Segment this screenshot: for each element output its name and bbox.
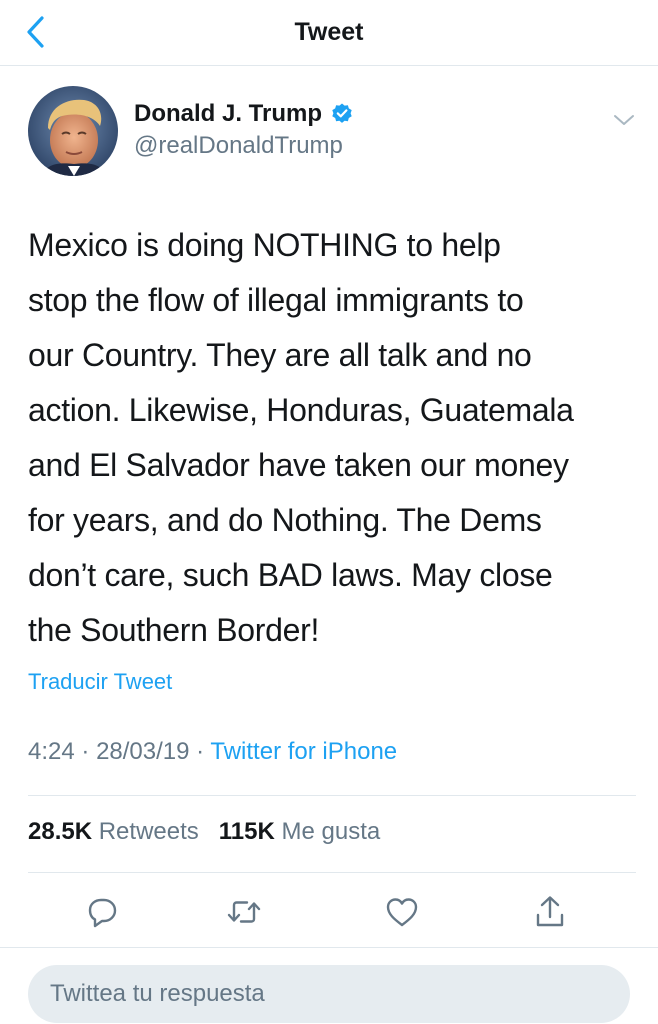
author-name-row: Donald J. Trump xyxy=(134,100,354,128)
divider xyxy=(28,872,636,873)
share-icon xyxy=(536,896,564,927)
likes-count: 115K xyxy=(218,818,275,845)
meta-separator: · xyxy=(81,738,90,765)
tweet-line: Mexico is doing NOTHING to help xyxy=(28,227,501,263)
author-handle[interactable]: @realDonaldTrump xyxy=(134,132,343,160)
retweets-label: Retweets xyxy=(98,818,199,845)
tweet-meta: 4:24 · 28/03/19 · Twitter for iPhone xyxy=(28,738,397,766)
avatar[interactable] xyxy=(28,86,118,176)
back-button[interactable] xyxy=(14,10,58,54)
divider xyxy=(28,795,636,796)
verified-badge-icon xyxy=(332,103,352,123)
tweet-line: don’t care, such BAD laws. May close xyxy=(28,557,553,593)
tweet-actions xyxy=(0,886,658,938)
tweet-time: 4:24 xyxy=(28,738,75,765)
tweet-line: for years, and do Nothing. The Dems xyxy=(28,502,542,538)
chevron-left-icon xyxy=(27,16,44,48)
reply-bar xyxy=(0,947,658,1024)
reply-button[interactable] xyxy=(76,886,128,938)
retweet-button[interactable] xyxy=(218,886,270,938)
tweet-author: Donald J. Trump @realDonaldTrump xyxy=(28,86,638,178)
tweet-text: Mexico is doing NOTHING to help stop the… xyxy=(28,218,638,658)
tweet-line: the Southern Border! xyxy=(28,612,320,648)
retweets-count: 28.5K xyxy=(28,818,93,845)
tweet-line: action. Likewise, Honduras, Guatemala xyxy=(28,392,574,428)
heart-icon xyxy=(386,898,418,927)
tweet-line: our Country. They are all talk and no xyxy=(28,337,532,373)
like-button[interactable] xyxy=(376,886,428,938)
reply-icon xyxy=(88,898,117,928)
tweet-source-link[interactable]: Twitter for iPhone xyxy=(210,738,397,765)
tweet-line: and El Salvador have taken our money xyxy=(28,447,569,483)
chevron-down-icon xyxy=(614,115,634,125)
tweet-stats: 28.5K Retweets 115K Me gusta xyxy=(28,818,380,846)
meta-separator: · xyxy=(196,738,205,765)
tweet-detail-screen: Tweet Donald J. Trump @realDonaldTrump M… xyxy=(0,0,658,1024)
reply-input[interactable] xyxy=(28,965,630,1023)
tweet-date: 28/03/19 xyxy=(96,738,190,765)
author-name[interactable]: Donald J. Trump xyxy=(134,100,322,128)
translate-tweet-link[interactable]: Traducir Tweet xyxy=(28,669,172,695)
top-bar: Tweet xyxy=(0,0,658,66)
retweet-icon xyxy=(227,901,261,923)
avatar-image xyxy=(28,86,118,176)
retweets-stat[interactable]: 28.5K Retweets xyxy=(28,818,205,845)
tweet-menu-button[interactable] xyxy=(610,108,638,132)
page-title: Tweet xyxy=(294,18,364,46)
tweet-line: stop the flow of illegal immigrants to xyxy=(28,282,524,318)
likes-stat[interactable]: 115K Me gusta xyxy=(219,818,380,845)
share-button[interactable] xyxy=(524,886,576,938)
likes-label: Me gusta xyxy=(281,818,381,845)
